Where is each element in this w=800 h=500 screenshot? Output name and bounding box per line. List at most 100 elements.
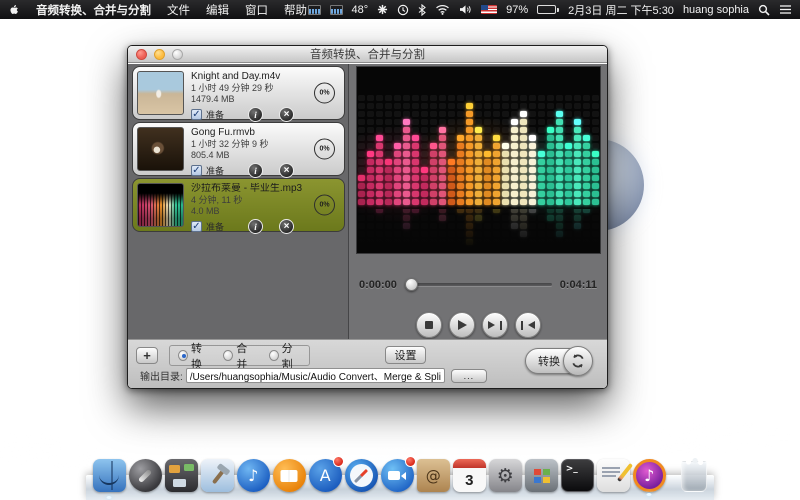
seek-track[interactable] [405,283,552,286]
seek-knob[interactable] [405,278,418,291]
led-cell [385,159,392,165]
next-button[interactable] [482,312,508,338]
ready-checkbox[interactable] [191,221,202,232]
app-store-dock-icon[interactable]: A [309,459,342,492]
led-cell [421,127,428,133]
led-cell [421,135,428,141]
star [112,112,113,113]
remove-button[interactable] [279,107,294,122]
safari-dock-icon[interactable] [345,459,378,492]
led-cell [466,183,473,189]
led-cell [466,199,473,205]
file-thumbnail [137,127,184,171]
ready-checkbox[interactable] [191,109,202,120]
led-cell [448,151,455,157]
apple-menu-icon[interactable] [8,3,20,17]
led-cell [538,183,545,189]
info-button[interactable] [248,107,263,122]
input-language-flag-icon[interactable] [481,5,497,14]
seek-slider[interactable] [405,278,552,291]
led-cell [385,199,392,205]
volume-icon[interactable] [459,4,472,15]
file-item-selected[interactable]: 沙拉布莱曼 - 毕业生.mp3 4 分钟, 11 秒 4.0 MB 准备 0% [132,178,345,232]
itunes-dock-icon[interactable]: ♪ [237,459,270,492]
battery-icon[interactable] [537,5,559,14]
mode-convert-label: 转换 [191,340,210,372]
eq-column [583,95,590,205]
windows-utility-dock-icon[interactable] [525,459,558,492]
led-cell [385,143,392,149]
info-button[interactable] [248,219,263,234]
radio-icon[interactable] [223,350,233,361]
led-cell [367,151,374,157]
cpu-meter-icon[interactable] [308,5,321,15]
led-cell [448,167,455,173]
led-cell [583,95,590,101]
terminal-dock-icon[interactable]: >_ [561,459,594,492]
finder-dock-icon[interactable] [93,459,126,492]
output-path-input[interactable] [186,368,445,383]
mode-merge[interactable]: 合并 [223,340,255,372]
textedit-dock-icon[interactable] [597,459,630,492]
bluetooth-icon[interactable] [418,4,426,16]
mode-convert[interactable]: 转换 [178,340,210,372]
led-cell [565,135,572,141]
eq-column [484,95,491,205]
led-cell [547,143,554,149]
clock-datetime[interactable]: 2月3日 周二 下午5:30 [568,2,674,18]
browse-button[interactable]: ... [451,369,487,383]
weather-icon[interactable] [377,4,388,15]
facetime-dock-icon[interactable] [381,459,414,492]
notification-center-icon[interactable] [779,4,792,15]
wifi-icon[interactable] [435,4,450,15]
led-cell [574,151,581,157]
menu-item-edit[interactable]: 编辑 [206,2,229,18]
led-cell [448,183,455,189]
mission-control-dock-icon[interactable] [165,459,198,492]
settings-button[interactable]: 设置 [385,346,426,364]
window-titlebar[interactable]: 音频转换、合并与分割 [128,46,607,63]
file-item[interactable]: Knight and Day.m4v 1 小时 49 分钟 29 秒 1479.… [132,66,345,120]
ibooks-dock-icon[interactable] [273,459,306,492]
remove-button[interactable] [279,219,294,234]
menu-item-window[interactable]: 窗口 [245,2,268,18]
user-menu[interactable]: huang sophia [683,4,749,16]
led-cell [376,191,383,197]
play-button[interactable] [449,312,475,338]
previous-button[interactable] [515,312,541,338]
launchpad-dock-icon[interactable] [129,459,162,492]
add-file-button[interactable] [136,347,158,364]
eq-column [358,95,365,205]
led-cell [394,199,401,205]
temperature-status[interactable]: 48° [352,4,369,16]
trash-dock-icon[interactable] [681,461,707,492]
system-preferences-dock-icon[interactable]: ⚙ [489,459,522,492]
stop-button[interactable] [416,312,442,338]
calendar-dock-icon[interactable]: 3 [453,459,486,492]
audio-converter-dock-icon[interactable]: ♪ [633,459,666,492]
led-cell [547,199,554,205]
spotlight-search-icon[interactable] [758,4,770,16]
file-thumbnail [137,183,184,227]
led-cell [394,183,401,189]
convert-button[interactable]: 转换 [525,347,593,375]
remove-button[interactable] [279,163,294,178]
menu-item-file[interactable]: 文件 [167,2,190,18]
radio-icon[interactable] [178,350,188,361]
contacts-dock-icon[interactable]: @ [417,459,450,492]
led-cell [421,199,428,205]
file-item[interactable]: Gong Fu.rmvb 1 小时 32 分钟 9 秒 805.4 MB 准备 … [132,122,345,176]
star [68,235,69,236]
menu-app-name[interactable]: 音频转换、合并与分割 [36,2,151,18]
star [249,28,250,29]
xcode-dock-icon[interactable] [201,459,234,492]
mode-split[interactable]: 分割 [269,340,301,372]
info-button[interactable] [248,163,263,178]
ready-checkbox[interactable] [191,165,202,176]
radio-icon[interactable] [269,350,279,361]
network-meter-icon[interactable] [330,5,343,15]
menu-item-help[interactable]: 帮助 [284,2,307,18]
star [682,157,683,158]
led-cell [484,95,491,101]
time-machine-icon[interactable] [397,4,409,16]
